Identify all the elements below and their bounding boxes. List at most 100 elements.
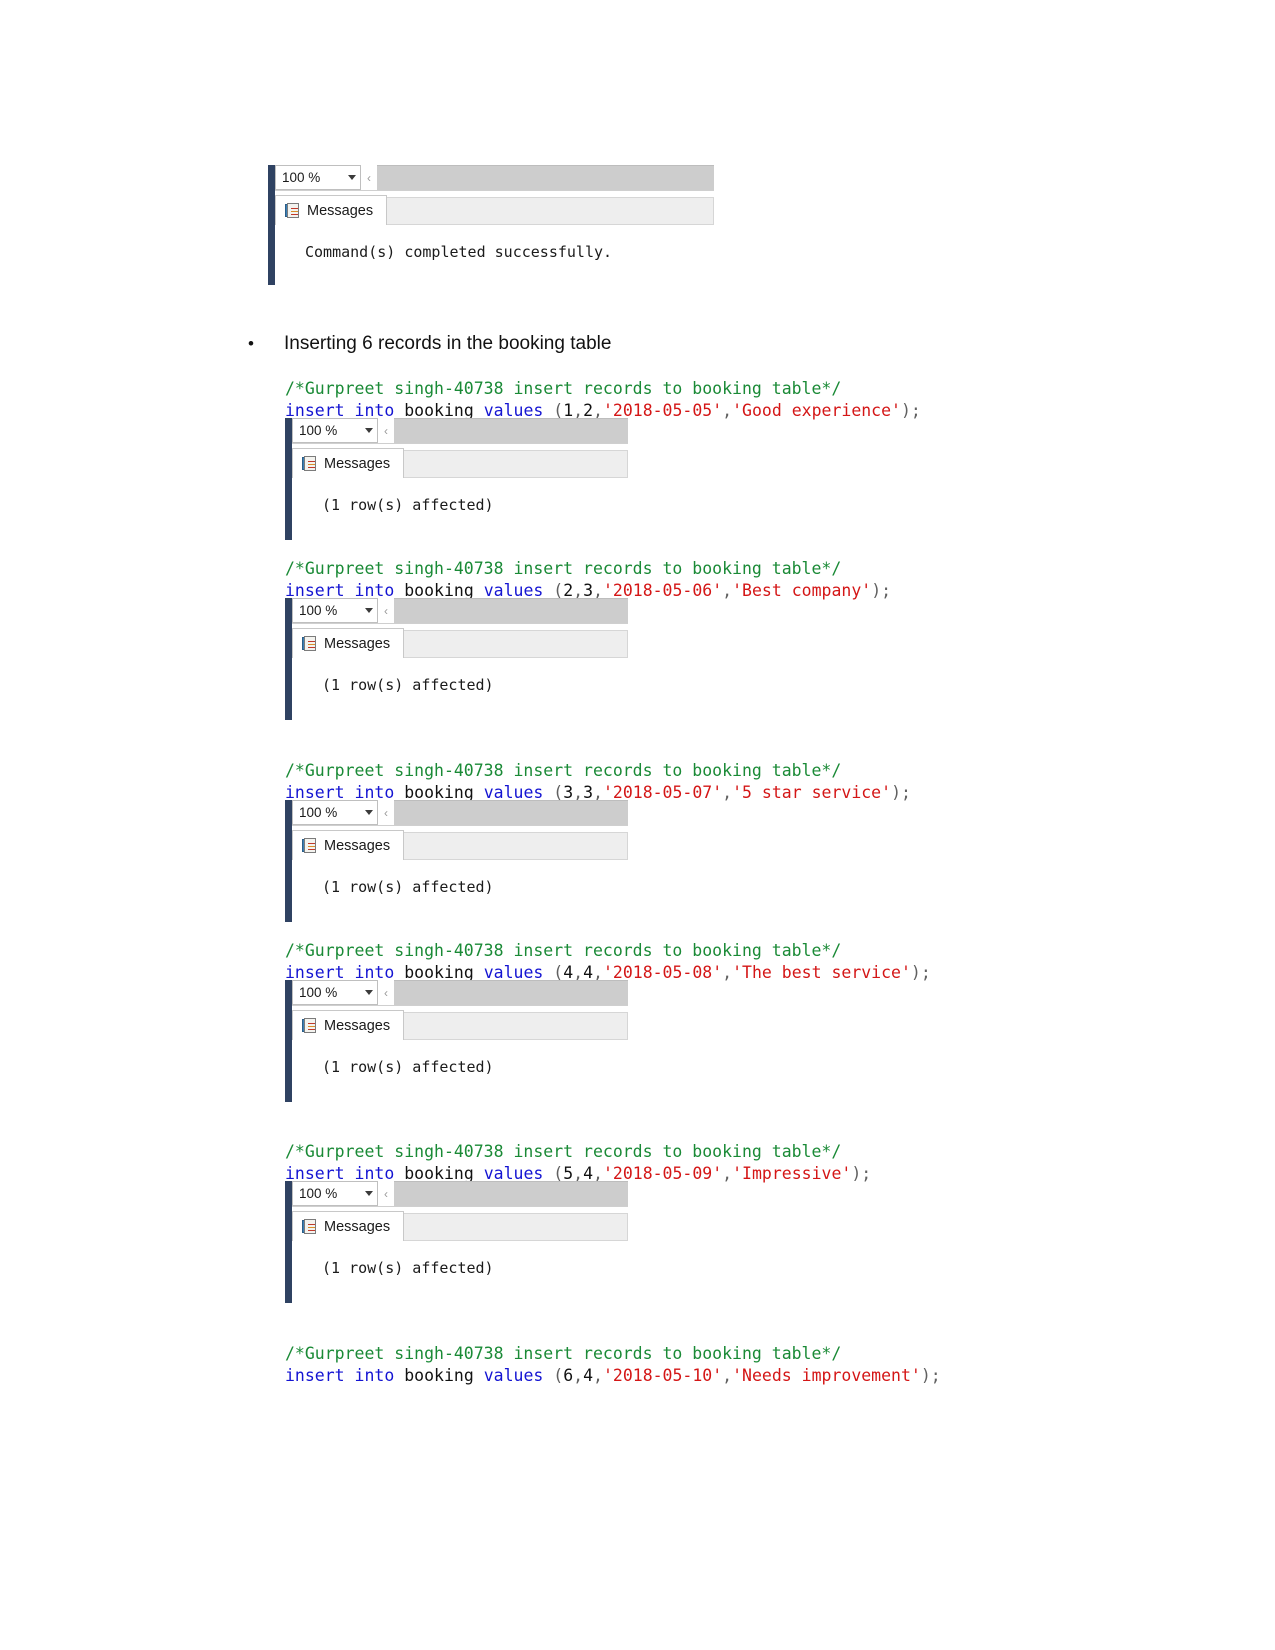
sql-value-num2: 4 <box>583 1366 594 1385</box>
sql-comment-5: /*Gurpreet singh-40738 insert records to… <box>285 1142 842 1161</box>
sql-paren-close: ); <box>891 783 911 802</box>
tabstrip-filler-4 <box>404 1012 628 1040</box>
zoom-level-value: 100 % <box>299 423 338 438</box>
sql-comma-3: , <box>722 581 733 600</box>
sql-paren-close: ); <box>910 963 931 982</box>
chevron-down-icon[interactable] <box>365 810 373 815</box>
horizontal-scrollbar-3[interactable] <box>394 800 628 825</box>
tab-messages-4[interactable]: Messages <box>292 1010 405 1040</box>
horizontal-scrollbar-1[interactable] <box>394 418 628 443</box>
zoom-level-dropdown-4[interactable]: 100 % <box>292 980 378 1005</box>
zoom-level-dropdown-2[interactable]: 100 % <box>292 598 378 623</box>
tab-messages-label: Messages <box>324 1017 391 1034</box>
bullet-text: Inserting 6 records in the booking table <box>284 333 612 354</box>
sql-paren-open: ( <box>543 1366 564 1385</box>
sql-value-text: 'Impressive' <box>732 1164 852 1183</box>
sql-paren-close: ); <box>901 401 921 420</box>
sql-comment-3: /*Gurpreet singh-40738 insert records to… <box>285 761 842 780</box>
code-block-6: /*Gurpreet singh-40738 insert records to… <box>285 1343 941 1387</box>
results-tabstrip-1: Messages <box>292 444 628 478</box>
chevron-down-icon[interactable] <box>348 175 356 180</box>
tabstrip-filler-2 <box>404 630 628 658</box>
bullet-list-item: • Inserting 6 records in the booking tab… <box>248 333 948 355</box>
tab-messages-3[interactable]: Messages <box>292 830 405 860</box>
sql-kw-insert: insert <box>285 1366 345 1385</box>
tabstrip-filler-1 <box>404 450 628 478</box>
ssms-results-panel-1: 100 % ‹ Messages (1 row(s) affected) <box>285 418 628 540</box>
zoom-level-dropdown-5[interactable]: 100 % <box>292 1181 378 1206</box>
horizontal-scrollbar-2[interactable] <box>394 598 628 623</box>
code-block-1: /*Gurpreet singh-40738 insert records to… <box>285 378 921 422</box>
zoom-toolbar-5: 100 % ‹ <box>292 1181 628 1207</box>
tabstrip-filler-5 <box>404 1213 628 1241</box>
tab-messages-5[interactable]: Messages <box>292 1211 405 1241</box>
splitter-chevron-icon-3[interactable]: ‹ <box>378 800 394 825</box>
chevron-down-icon[interactable] <box>365 428 373 433</box>
tab-messages-label: Messages <box>324 1218 391 1235</box>
splitter-chevron-icon-1[interactable]: ‹ <box>378 418 394 443</box>
chevron-down-icon[interactable] <box>365 608 373 613</box>
ssms-results-panel-3: 100 % ‹ Messages (1 row(s) affected) <box>285 800 628 922</box>
chevron-down-icon[interactable] <box>365 990 373 995</box>
ssms-results-panel-2: 100 % ‹ Messages (1 row(s) affected) <box>285 598 628 720</box>
ssms-results-panel-5: 100 % ‹ Messages (1 row(s) affected) <box>285 1181 628 1303</box>
sql-comment-4: /*Gurpreet singh-40738 insert records to… <box>285 941 842 960</box>
ssms-results-panel-0: 100 % ‹ Messages Command(s) completed su… <box>268 165 714 285</box>
horizontal-scrollbar-4[interactable] <box>394 980 628 1005</box>
splitter-chevron-icon-5[interactable]: ‹ <box>378 1181 394 1206</box>
tab-messages-2[interactable]: Messages <box>292 628 405 658</box>
code-block-2: /*Gurpreet singh-40738 insert records to… <box>285 558 891 602</box>
messages-output-2: (1 row(s) affected) <box>292 658 628 704</box>
sql-value-text: 'Best company' <box>732 581 872 600</box>
horizontal-scrollbar-5[interactable] <box>394 1181 628 1206</box>
messages-icon <box>302 635 317 652</box>
tabstrip-filler-0 <box>387 197 714 225</box>
zoom-level-value: 100 % <box>282 170 321 185</box>
zoom-level-value: 100 % <box>299 805 338 820</box>
tab-messages-0[interactable]: Messages <box>275 195 388 225</box>
zoom-level-dropdown-3[interactable]: 100 % <box>292 800 378 825</box>
sql-comma-1: , <box>573 1366 584 1385</box>
chevron-down-icon[interactable] <box>365 1191 373 1196</box>
sql-comma-2: , <box>593 1366 603 1385</box>
horizontal-scrollbar-0[interactable] <box>377 165 714 190</box>
zoom-level-dropdown-1[interactable]: 100 % <box>292 418 378 443</box>
messages-icon <box>302 1017 317 1034</box>
zoom-toolbar-4: 100 % ‹ <box>292 980 628 1006</box>
sql-paren-close: ); <box>851 1164 872 1183</box>
sql-value-text: 'Needs improvement' <box>732 1366 921 1385</box>
ssms-results-panel-4: 100 % ‹ Messages (1 row(s) affected) <box>285 980 628 1102</box>
sql-comma-3: , <box>722 1164 733 1183</box>
code-block-4: /*Gurpreet singh-40738 insert records to… <box>285 940 931 984</box>
zoom-level-dropdown-0[interactable]: 100 % <box>275 165 361 190</box>
results-tabstrip-2: Messages <box>292 624 628 658</box>
zoom-level-value: 100 % <box>299 1186 338 1201</box>
splitter-chevron-icon-4[interactable]: ‹ <box>378 980 394 1005</box>
zoom-level-value: 100 % <box>299 985 338 1000</box>
results-tabstrip-0: Messages <box>275 191 714 225</box>
tab-messages-label: Messages <box>307 202 374 219</box>
results-tabstrip-5: Messages <box>292 1207 628 1241</box>
sql-value-date: '2018-05-10' <box>602 1366 723 1385</box>
bullet-marker: • <box>248 334 254 353</box>
splitter-chevron-icon-0[interactable]: ‹ <box>361 165 377 190</box>
sql-statement-6: insert into booking values (6,4,'2018-05… <box>285 1365 941 1387</box>
sql-kw-into: into <box>354 1366 395 1385</box>
document-page: 100 % ‹ Messages Command(s) completed su… <box>0 0 1275 1650</box>
tab-messages-1[interactable]: Messages <box>292 448 405 478</box>
sql-comma-3: , <box>722 783 733 802</box>
tab-messages-label: Messages <box>324 837 391 854</box>
messages-output-4: (1 row(s) affected) <box>292 1040 628 1086</box>
sql-comma-3: , <box>722 401 733 420</box>
tabstrip-filler-3 <box>404 832 628 860</box>
messages-icon <box>302 837 317 854</box>
tab-messages-label: Messages <box>324 635 391 652</box>
code-block-3: /*Gurpreet singh-40738 insert records to… <box>285 760 911 804</box>
sql-comma-3: , <box>722 963 733 982</box>
messages-output-0: Command(s) completed successfully. <box>275 225 714 271</box>
tab-messages-label: Messages <box>324 455 391 472</box>
panel-left-accent-bar <box>285 418 292 540</box>
sql-value-num1: 6 <box>563 1366 574 1385</box>
zoom-toolbar-0: 100 % ‹ <box>275 165 714 191</box>
splitter-chevron-icon-2[interactable]: ‹ <box>378 598 394 623</box>
